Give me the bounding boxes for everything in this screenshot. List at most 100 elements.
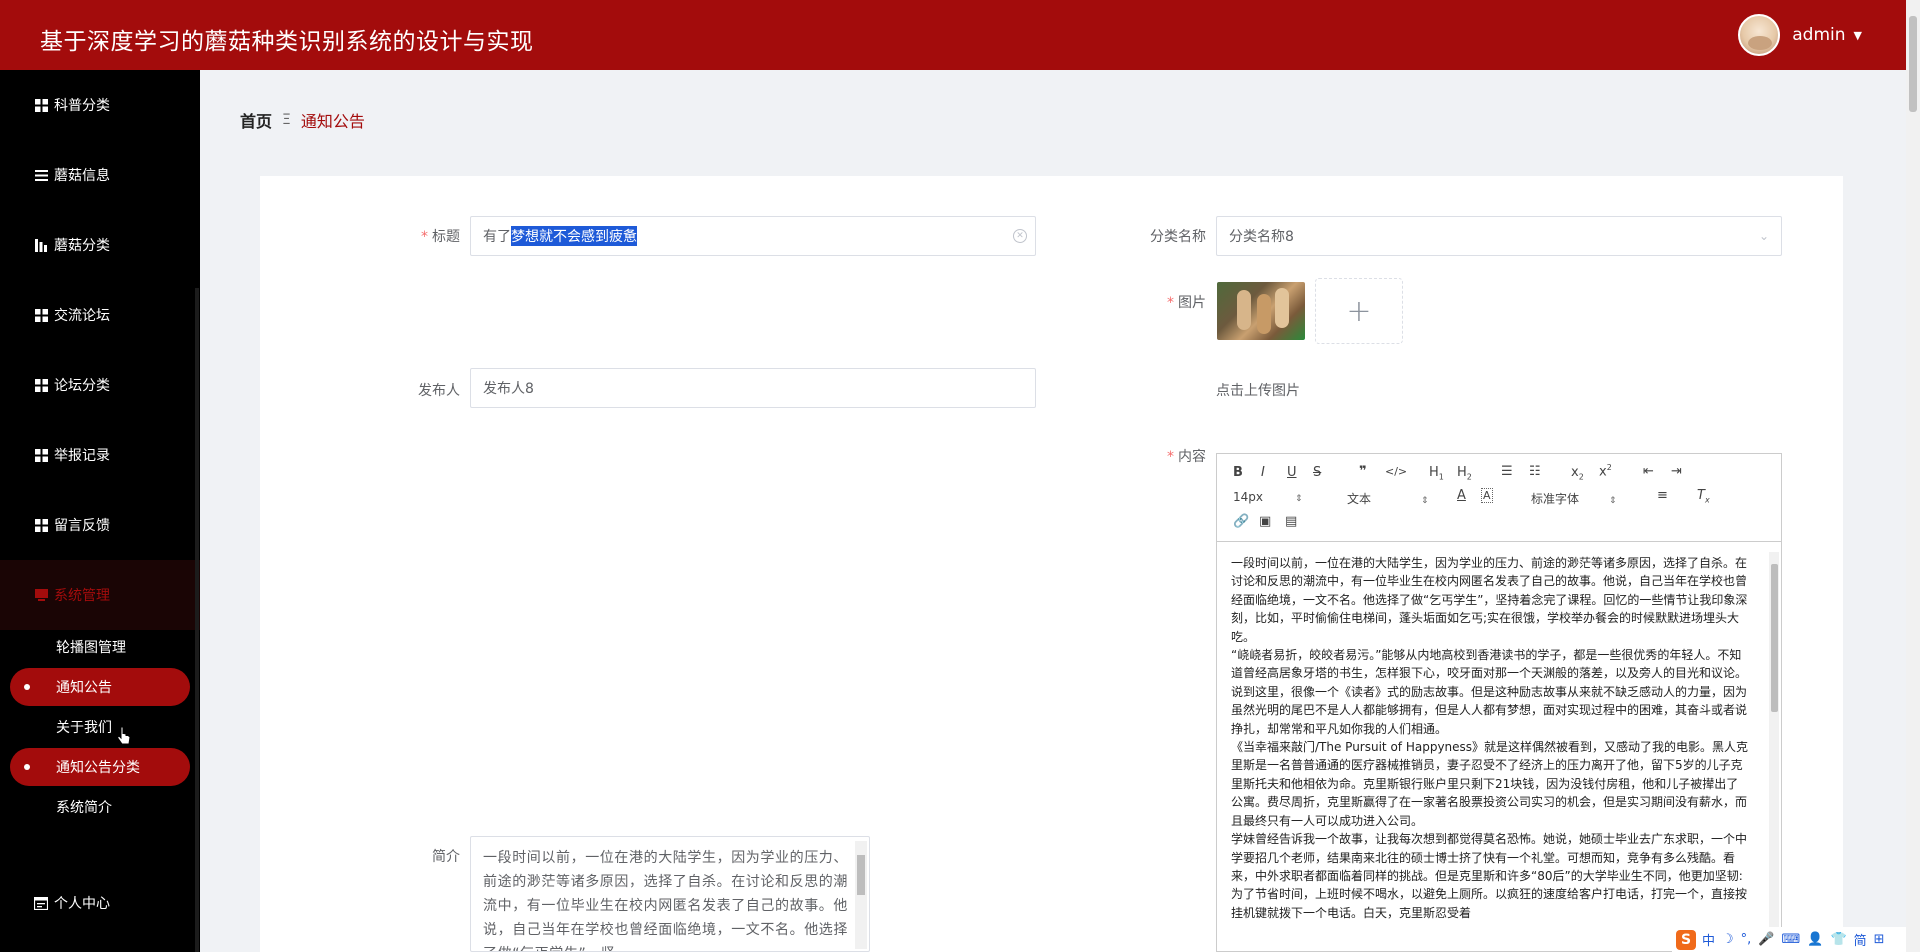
page-scrollbar[interactable] <box>1906 0 1920 952</box>
sidebar-item-label: 系统管理 <box>54 588 110 604</box>
app-title: 基于深度学习的蘑菇种类识别系统的设计与实现 <box>40 29 534 55</box>
user-menu[interactable]: admin ▼ <box>1738 14 1862 56</box>
punctuation-icon[interactable]: °, <box>1741 932 1752 947</box>
image-label: * 图片 <box>1167 295 1206 311</box>
ime-mode-icon[interactable]: 中 <box>1702 930 1715 949</box>
sidebar-subitem-about-us[interactable]: 关于我们 <box>10 708 190 746</box>
bullet-list-icon[interactable]: ☷ <box>1529 464 1541 479</box>
align-icon[interactable]: ≡ <box>1657 488 1668 503</box>
category-select[interactable]: 分类名称8 ⌄ <box>1216 216 1782 256</box>
sidebar-item-feedback[interactable]: 留言反馈 <box>0 490 200 560</box>
user-icon[interactable]: 👤 <box>1807 932 1823 947</box>
sidebar-subitem-notices[interactable]: 通知公告 <box>10 668 190 706</box>
heading2-icon[interactable]: H2 <box>1457 465 1472 482</box>
clear-icon[interactable]: ✕ <box>1013 229 1027 243</box>
sidebar-item-label: 个人中心 <box>54 896 110 912</box>
grid-icon <box>34 518 48 532</box>
outdent-icon[interactable]: ⇤ <box>1643 464 1654 479</box>
sidebar-item-report-records[interactable]: 举报记录 <box>0 420 200 490</box>
bold-icon[interactable]: B <box>1233 465 1243 480</box>
editor-scrollbar[interactable] <box>1769 552 1779 950</box>
top-header: 基于深度学习的蘑菇种类识别系统的设计与实现 admin ▼ <box>0 0 1920 70</box>
underline-icon[interactable]: U <box>1287 465 1297 480</box>
publisher-input-value: 发布人8 <box>483 381 534 397</box>
editor-text: 一段时间以前，一位在港的大陆学生，因为学业的压力、前途的渺茫等诸多原因，选择了自… <box>1231 554 1749 922</box>
breadcrumb-home[interactable]: 首页 <box>240 108 272 132</box>
keyboard-icon[interactable]: ⌨ <box>1782 932 1801 947</box>
sidebar-item-label: 举报记录 <box>54 448 110 464</box>
sidebar-subitem-label: 轮播图管理 <box>56 640 126 656</box>
simplified-icon[interactable]: 简 <box>1854 930 1867 949</box>
sogou-logo-icon[interactable]: S <box>1676 929 1696 950</box>
sidebar-subitem-label: 通知公告 <box>56 680 112 696</box>
microphone-icon[interactable]: 🎤 <box>1758 932 1774 947</box>
sidebar-item-forum-category[interactable]: 论坛分类 <box>0 350 200 420</box>
upload-hint: 点击上传图片 <box>1216 383 1300 399</box>
sidebar-item-mushroom-category[interactable]: 蘑菇分类 <box>0 210 200 280</box>
sidebar-subitem-label: 系统简介 <box>56 800 112 816</box>
ordered-list-icon[interactable]: ☰ <box>1501 464 1513 479</box>
rich-text-editor[interactable]: B I U S ❞ </> H1 H2 ☰ ☷ x2 x2 ⇤ ⇥ 14px ⇕ … <box>1216 453 1782 952</box>
sidebar-subitem-notice-category[interactable]: 通知公告分类 <box>10 748 190 786</box>
font-size-value: 14px <box>1233 490 1263 504</box>
blockquote-icon[interactable]: ❞ <box>1359 464 1367 479</box>
font-family-value: 标准字体 <box>1531 492 1580 506</box>
summary-textarea[interactable]: 一段时间以前，一位在港的大陆学生，因为学业的压力、前途的渺茫等诸多原因，选择了自… <box>470 836 870 952</box>
grid-icon <box>34 448 48 462</box>
content-label: * 内容 <box>1167 449 1206 465</box>
title-input[interactable]: 有了 梦想就不会感到疲惫 ✕ <box>470 216 1036 256</box>
editor-content[interactable]: 一段时间以前，一位在港的大陆学生，因为学业的压力、前途的渺茫等诸多原因，选择了自… <box>1217 542 1781 951</box>
font-family-select[interactable]: 标准字体 ⇕ <box>1531 490 1617 507</box>
font-size-select[interactable]: 14px ⇕ <box>1233 490 1303 504</box>
mushroom-image-thumbnail[interactable] <box>1217 282 1305 340</box>
sidebar-scrollbar[interactable] <box>195 288 199 952</box>
block-type-value: 文本 <box>1347 492 1372 506</box>
editor-paragraph: 《当幸福来敲门/The Pursuit of Happyness》就是这样偶然被… <box>1231 740 1749 828</box>
heading1-icon[interactable]: H1 <box>1429 465 1444 482</box>
background-color-icon[interactable]: A <box>1481 488 1493 503</box>
editor-paragraph: 学妹曾经告诉我一个故事，让我每次想到都觉得莫名恐怖。她说，她硕士毕业去广东求职，… <box>1231 832 1748 920</box>
editor-paragraph: “峣峣者易折，皎皎者易污。”能够从内地高校到香港读书的学子，都是一些很优秀的年轻… <box>1231 648 1748 681</box>
text-color-icon[interactable]: A <box>1457 488 1466 503</box>
block-type-select[interactable]: 文本 ⇕ <box>1347 490 1429 507</box>
sidebar-subitem-label: 通知公告分类 <box>56 760 140 776</box>
category-label: 分类名称 <box>1150 229 1206 245</box>
chevron-down-icon[interactable]: ▼ <box>1854 29 1862 42</box>
indent-icon[interactable]: ⇥ <box>1671 464 1682 479</box>
image-icon[interactable]: ▣ <box>1259 514 1271 529</box>
sidebar-item-forum[interactable]: 交流论坛 <box>0 280 200 350</box>
sidebar-item-personal-center[interactable]: 个人中心 <box>0 868 200 938</box>
title-label: * 标题 <box>421 229 460 245</box>
sidebar-item-system-management[interactable]: 系统管理 <box>0 560 200 630</box>
chevron-down-icon: ⌄ <box>1758 229 1769 243</box>
chart-icon <box>34 238 48 252</box>
skin-icon[interactable]: 👕 <box>1830 932 1846 947</box>
sidebar-subitem-carousel[interactable]: 轮播图管理 <box>10 628 190 666</box>
upload-button[interactable]: + <box>1315 278 1403 344</box>
avatar[interactable] <box>1738 14 1781 56</box>
sidebar: 科普分类 蘑菇信息 蘑菇分类 交流论坛 论坛分类 举报记录 留言反馈 系统管理 … <box>0 70 200 952</box>
superscript-icon[interactable]: x2 <box>1599 463 1612 479</box>
sidebar-item-label: 蘑菇分类 <box>54 238 110 254</box>
summary-scrollbar[interactable] <box>855 841 867 949</box>
clear-format-icon[interactable]: Tx <box>1697 488 1710 505</box>
video-icon[interactable]: ▤ <box>1285 514 1297 529</box>
grid-icon <box>34 378 48 392</box>
toolbox-icon[interactable]: ⊞ <box>1874 932 1885 947</box>
publisher-input[interactable]: 发布人8 <box>470 368 1036 408</box>
sidebar-item-label: 蘑菇信息 <box>54 168 110 184</box>
italic-icon[interactable]: I <box>1261 465 1265 480</box>
code-block-icon[interactable]: </> <box>1385 465 1407 478</box>
moon-icon[interactable]: ☽ <box>1722 932 1734 947</box>
username[interactable]: admin <box>1792 25 1845 45</box>
sidebar-item-label: 留言反馈 <box>54 518 110 534</box>
sidebar-item-label: 科普分类 <box>54 98 110 114</box>
sidebar-item-science-category[interactable]: 科普分类 <box>0 70 200 140</box>
sidebar-subitem-system-intro[interactable]: 系统简介 <box>10 788 190 826</box>
sidebar-item-mushroom-info[interactable]: 蘑菇信息 <box>0 140 200 210</box>
strikethrough-icon[interactable]: S <box>1313 465 1321 480</box>
ime-toolbar: S 中 ☽ °, 🎤 ⌨ 👤 👕 简 ⊞ <box>1672 927 1906 952</box>
sidebar-item-label: 交流论坛 <box>54 308 110 324</box>
subscript-icon[interactable]: x2 <box>1571 465 1584 482</box>
link-icon[interactable]: 🔗 <box>1233 514 1249 529</box>
